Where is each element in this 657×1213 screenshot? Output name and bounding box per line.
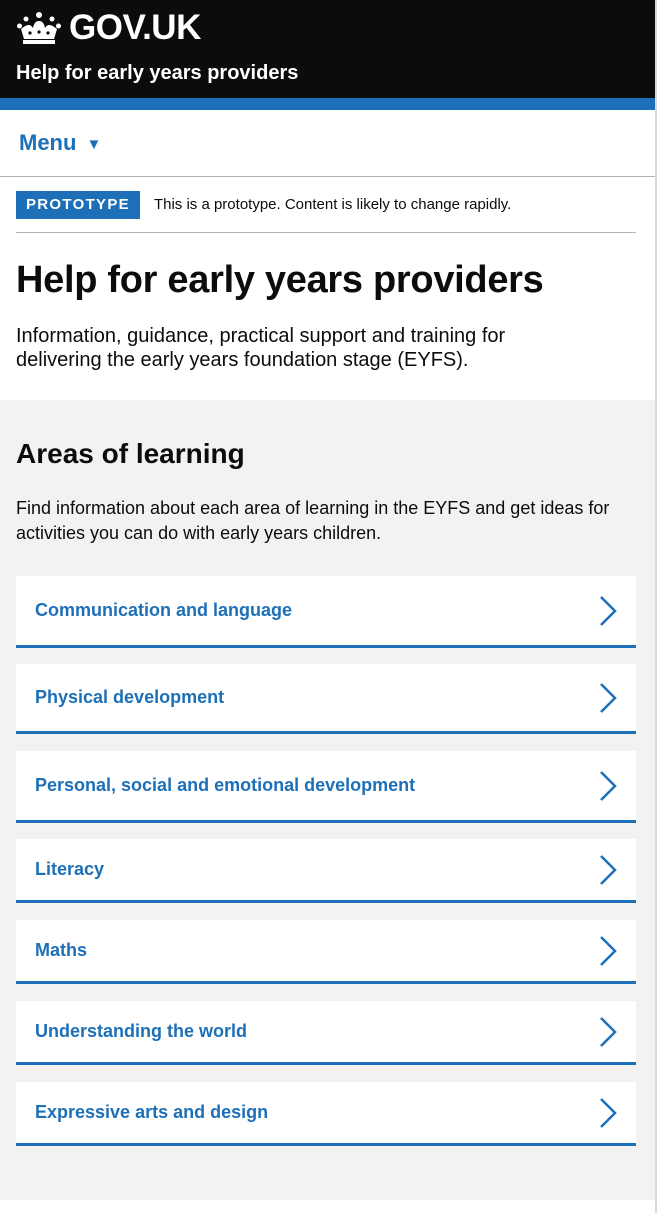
navigation: Menu ▼ bbox=[0, 110, 657, 177]
crown-icon bbox=[17, 12, 61, 44]
page-description: Information, guidance, practical support… bbox=[16, 325, 506, 371]
service-name-link[interactable]: Help for early years providers bbox=[16, 61, 641, 85]
area-link-card[interactable]: Physical development bbox=[16, 664, 636, 734]
area-link-card[interactable]: Understanding the world bbox=[16, 1001, 636, 1065]
chevron-right-icon bbox=[600, 935, 617, 966]
page-title: Help for early years providers bbox=[16, 259, 544, 301]
phase-banner: PROTOTYPE This is a prototype. Content i… bbox=[16, 177, 636, 233]
area-link-label[interactable]: Physical development bbox=[35, 687, 224, 708]
section-title: Areas of learning bbox=[16, 438, 245, 469]
hero: Help for early years providers Informati… bbox=[0, 233, 657, 399]
chevron-right-icon bbox=[600, 770, 617, 801]
area-link-label[interactable]: Literacy bbox=[35, 859, 104, 880]
area-link-card[interactable]: Expressive arts and design bbox=[16, 1082, 636, 1146]
header-blue-bar bbox=[0, 98, 657, 110]
area-link-card[interactable]: Maths bbox=[16, 920, 636, 984]
chevron-right-icon bbox=[600, 854, 617, 885]
chevron-right-icon bbox=[600, 1016, 617, 1047]
page: GOV.UK Help for early years providers Me… bbox=[0, 0, 657, 1213]
area-link-card[interactable]: Communication and language bbox=[16, 576, 636, 648]
chevron-right-icon bbox=[600, 1097, 617, 1128]
area-link-label[interactable]: Understanding the world bbox=[35, 1021, 247, 1042]
area-link-label[interactable]: Maths bbox=[35, 940, 87, 961]
area-link-card[interactable]: Personal, social and emotional developme… bbox=[16, 751, 636, 823]
chevron-right-icon bbox=[600, 595, 617, 626]
govuk-logo-link[interactable]: GOV.UK bbox=[16, 10, 641, 46]
chevron-right-icon bbox=[600, 682, 617, 713]
menu-label[interactable]: Menu bbox=[19, 130, 76, 156]
logo-text[interactable]: GOV.UK bbox=[69, 10, 201, 46]
section-description: Find information about each area of lear… bbox=[16, 498, 610, 543]
phase-tag: PROTOTYPE bbox=[16, 190, 140, 219]
phase-banner-text: This is a prototype. Content is likely t… bbox=[153, 196, 512, 213]
triangle-down-icon[interactable]: ▼ bbox=[86, 136, 101, 153]
area-link-label[interactable]: Expressive arts and design bbox=[35, 1102, 268, 1123]
govuk-header: GOV.UK Help for early years providers bbox=[0, 0, 657, 98]
menu-button[interactable]: Menu ▼ bbox=[19, 130, 101, 156]
area-link-card[interactable]: Literacy bbox=[16, 839, 636, 903]
areas-of-learning-section: Areas of learning Find information about… bbox=[0, 400, 655, 1200]
area-link-label[interactable]: Communication and language bbox=[35, 600, 292, 621]
area-link-label[interactable]: Personal, social and emotional developme… bbox=[35, 775, 415, 796]
